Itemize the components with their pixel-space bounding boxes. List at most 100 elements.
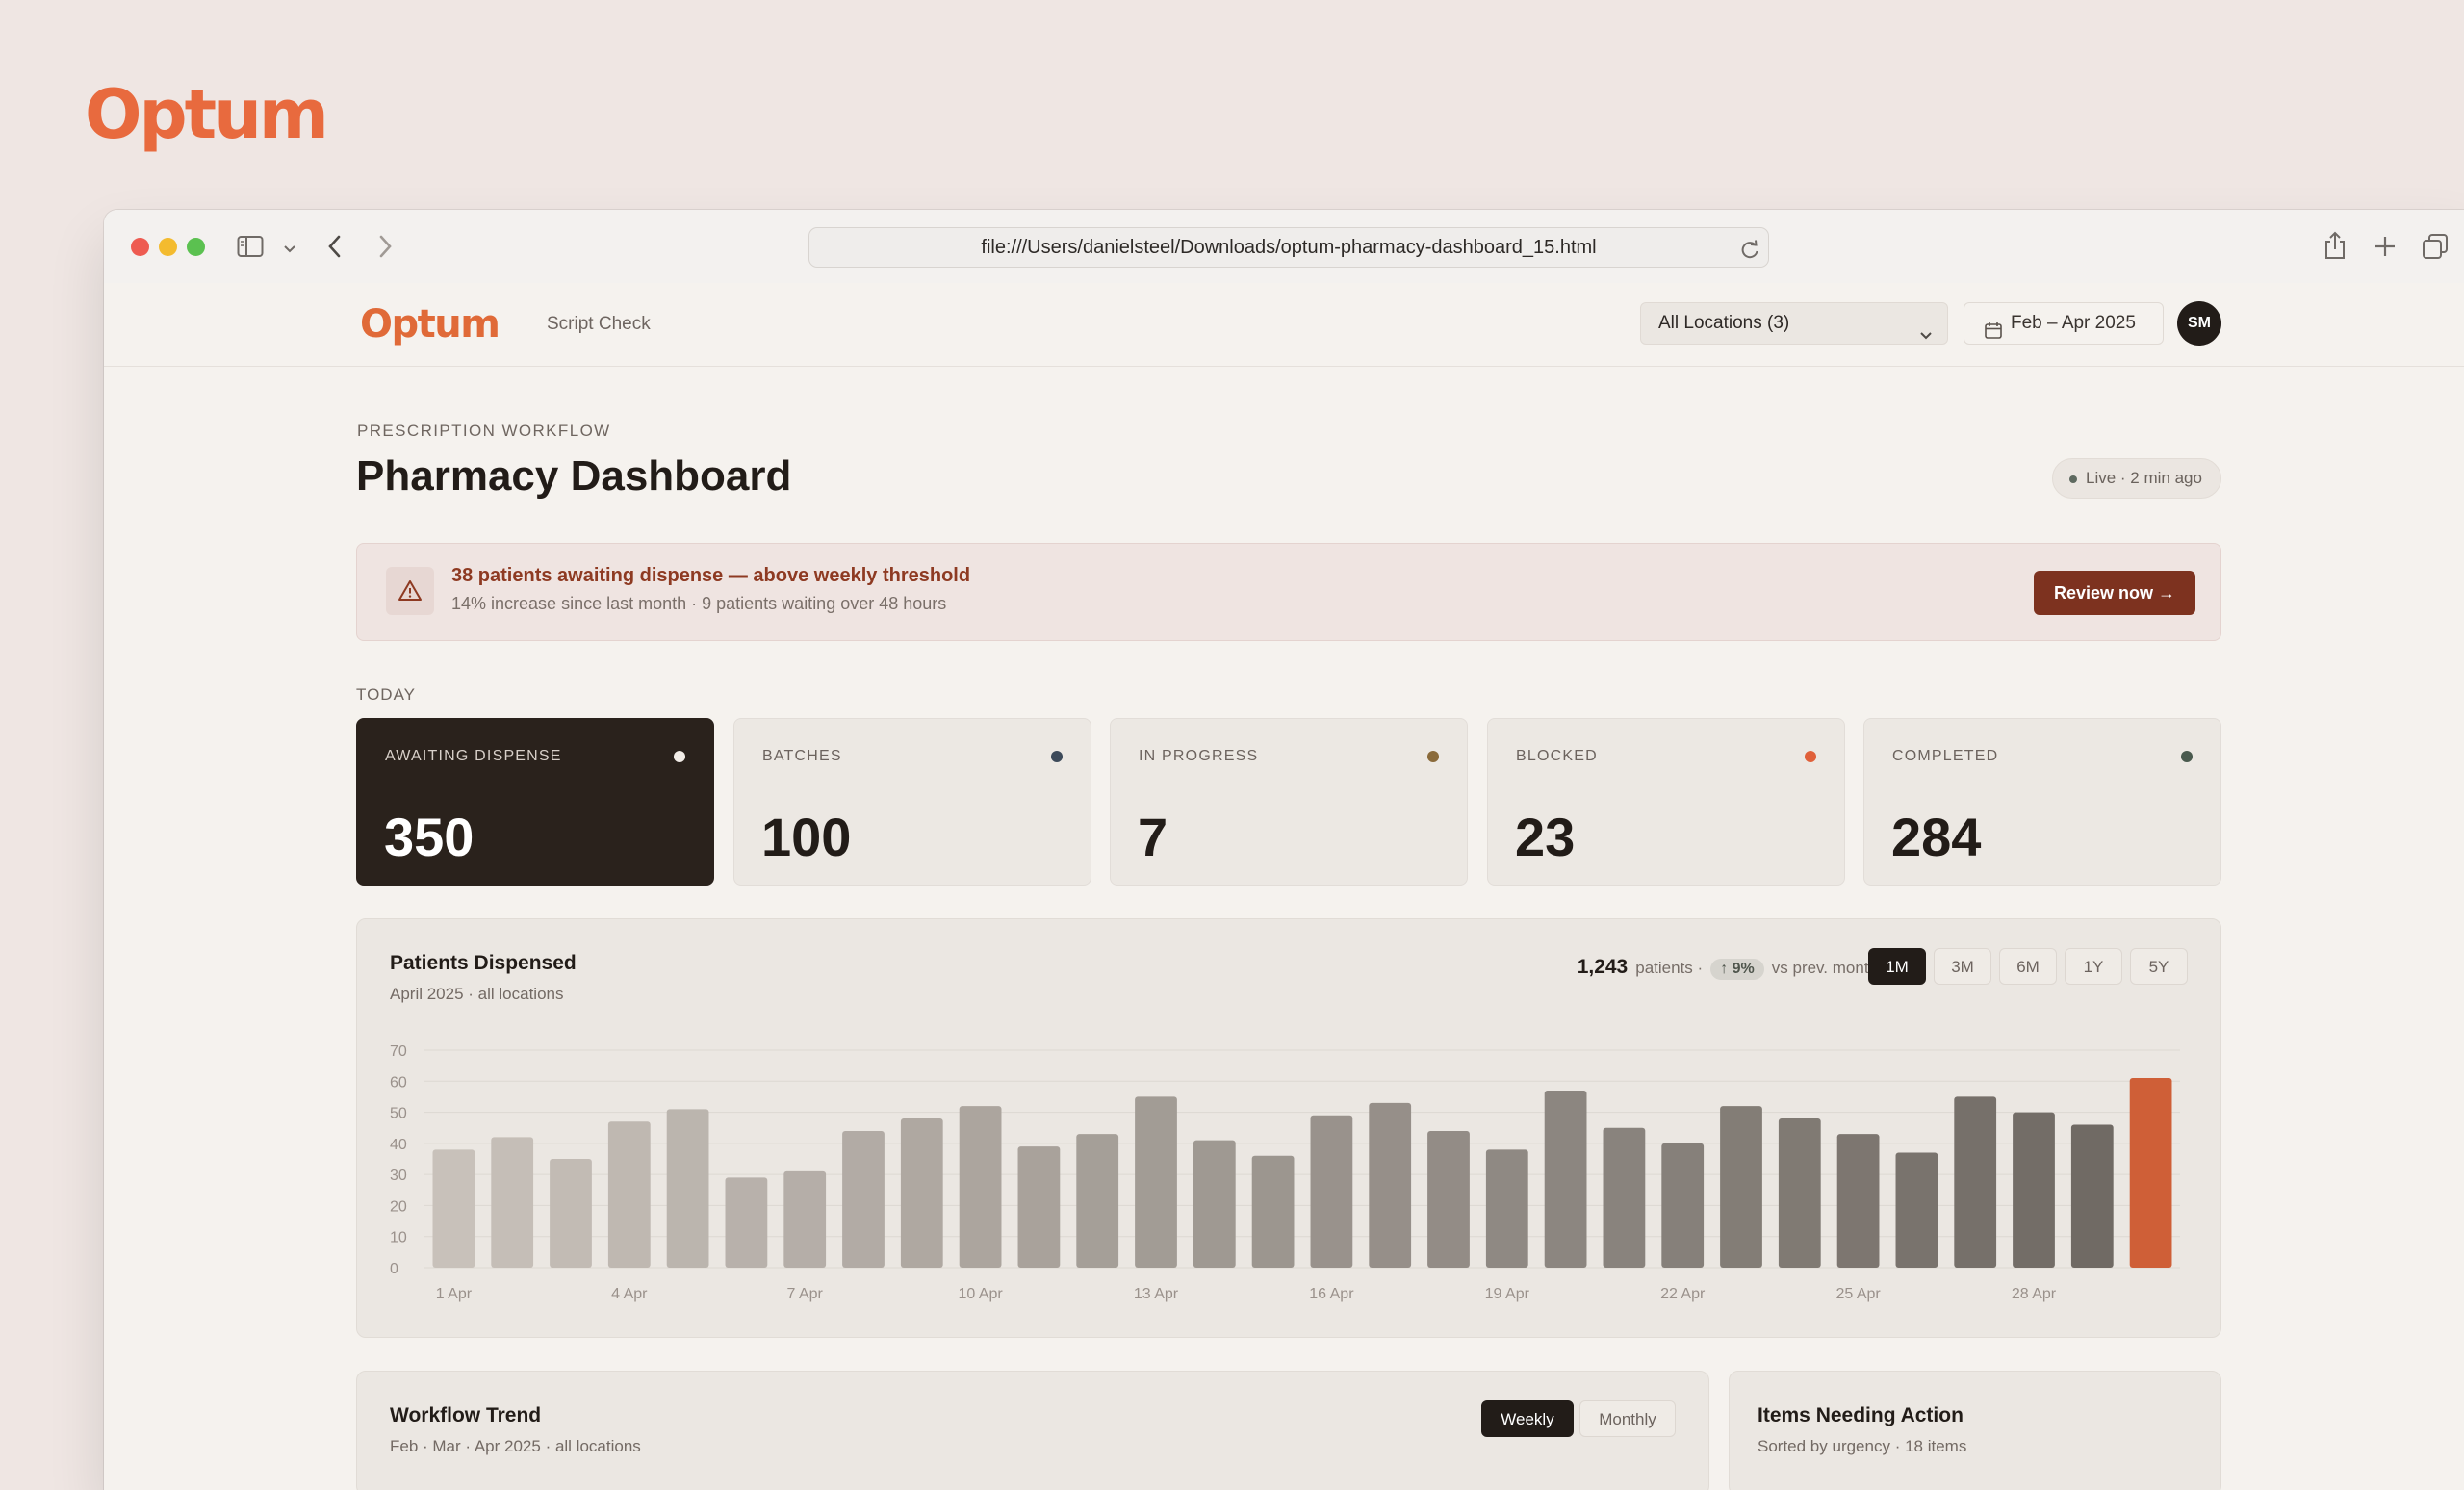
items-needing-action-panel: Items Needing Action Sorted by urgency ·…	[1729, 1371, 2221, 1490]
warning-icon	[386, 567, 434, 615]
y-tick-label: 70	[390, 1043, 407, 1060]
app-header: Optum Script Check All Locations (3) Feb…	[104, 283, 2464, 367]
bar-22-apr[interactable]	[1661, 1143, 1705, 1268]
y-tick-label: 30	[390, 1168, 407, 1184]
minimize-window-button[interactable]	[159, 238, 177, 256]
trend-toggle: Weekly Monthly	[1476, 1400, 1676, 1437]
dispensed-total: 1,243	[1577, 956, 1629, 978]
bar-13-apr[interactable]	[1135, 1096, 1177, 1268]
range-3m-button[interactable]: 3M	[1934, 948, 1991, 985]
bar-23-apr[interactable]	[1720, 1106, 1762, 1268]
status-dot-icon	[2181, 751, 2193, 762]
dispensed-summary: 1,243 patients · ↑ 9% vs prev. month	[1578, 956, 1878, 980]
panel-title: Items Needing Action	[1758, 1404, 1964, 1426]
date-range-button[interactable]: Feb – Apr 2025	[1964, 302, 2164, 345]
browser-window: file:///Users/danielsteel/Downloads/optu…	[104, 210, 2464, 1490]
x-tick-label: 19 Apr	[1485, 1286, 1530, 1302]
bar-6-apr[interactable]	[725, 1177, 768, 1268]
card-awaiting-dispense[interactable]: AWAITING DISPENSE 350	[356, 718, 714, 886]
bar-30-apr[interactable]	[2129, 1078, 2172, 1268]
bar-2-apr[interactable]	[491, 1137, 534, 1268]
x-tick-label: 16 Apr	[1309, 1286, 1354, 1302]
bar-29-apr[interactable]	[2070, 1124, 2114, 1268]
workflow-trend-panel: Workflow Trend Feb · Mar · Apr 2025 · al…	[356, 1371, 1709, 1490]
bar-24-apr[interactable]	[1778, 1118, 1821, 1268]
review-now-button[interactable]: Review now →	[2034, 571, 2195, 615]
bar-25-apr[interactable]	[1836, 1134, 1880, 1268]
calendar-icon	[1984, 315, 2003, 355]
panel-subtitle: Feb · Mar · Apr 2025 · all locations	[390, 1437, 641, 1455]
alert-subtitle: 14% increase since last month · 9 patien…	[451, 594, 947, 613]
range-1y-button[interactable]: 1Y	[2065, 948, 2122, 985]
bar-16-apr[interactable]	[1310, 1115, 1353, 1268]
bar-26-apr[interactable]	[1895, 1152, 1938, 1268]
bar-1-apr[interactable]	[432, 1149, 475, 1268]
bar-18-apr[interactable]	[1427, 1130, 1470, 1268]
panel-title: Patients Dispensed	[390, 952, 577, 974]
range-5y-button[interactable]: 5Y	[2130, 948, 2188, 985]
bar-11-apr[interactable]	[1017, 1146, 1061, 1268]
threshold-alert: 38 patients awaiting dispense — above we…	[356, 543, 2221, 641]
bar-21-apr[interactable]	[1603, 1127, 1646, 1268]
location-filter-select[interactable]: All Locations (3)	[1640, 302, 1948, 345]
status-dot-icon	[1051, 751, 1063, 762]
monthly-toggle-button[interactable]: Monthly	[1579, 1400, 1676, 1437]
card-completed[interactable]: COMPLETED 284	[1863, 718, 2221, 886]
back-icon[interactable]	[327, 234, 343, 264]
bar-3-apr[interactable]	[550, 1159, 592, 1268]
change-badge: ↑ 9%	[1710, 959, 1764, 980]
x-tick-label: 4 Apr	[611, 1286, 648, 1302]
address-bar[interactable]: file:///Users/danielsteel/Downloads/optu…	[808, 227, 1769, 268]
x-tick-label: 10 Apr	[958, 1286, 1003, 1302]
bar-17-apr[interactable]	[1369, 1102, 1412, 1268]
bar-28-apr[interactable]	[2013, 1112, 2055, 1268]
user-avatar[interactable]: SM	[2177, 301, 2221, 346]
new-tab-icon[interactable]	[2374, 235, 2397, 263]
panel-subtitle: Sorted by urgency · 18 items	[1758, 1437, 1967, 1455]
bar-12-apr[interactable]	[1076, 1134, 1119, 1268]
weekly-toggle-button[interactable]: Weekly	[1481, 1400, 1574, 1437]
location-filter-value: All Locations (3)	[1658, 313, 1790, 333]
alert-title: 38 patients awaiting dispense — above we…	[451, 565, 971, 586]
bar-8-apr[interactable]	[842, 1130, 885, 1268]
bar-10-apr[interactable]	[959, 1106, 1002, 1268]
app-logo[interactable]: Optum	[360, 302, 500, 347]
close-window-button[interactable]	[131, 238, 149, 256]
reload-icon[interactable]	[1739, 236, 1760, 274]
range-selector: 1M 3M 6M 1Y 5Y	[1861, 948, 2188, 987]
live-dot-icon	[2069, 475, 2077, 483]
range-1m-button[interactable]: 1M	[1868, 948, 1926, 985]
page-title: Pharmacy Dashboard	[356, 452, 792, 500]
x-tick-label: 25 Apr	[1835, 1286, 1881, 1302]
bar-15-apr[interactable]	[1251, 1155, 1295, 1268]
bar-20-apr[interactable]	[1544, 1090, 1587, 1268]
card-in-progress[interactable]: IN PROGRESS 7	[1110, 718, 1468, 886]
zoom-window-button[interactable]	[187, 238, 205, 256]
bar-19-apr[interactable]	[1485, 1149, 1528, 1268]
bar-27-apr[interactable]	[1954, 1096, 1997, 1268]
card-value: 23	[1515, 807, 1576, 867]
share-icon[interactable]	[2323, 231, 2347, 265]
y-tick-label: 0	[390, 1261, 398, 1277]
bar-14-apr[interactable]	[1193, 1140, 1236, 1268]
card-label: BLOCKED	[1516, 748, 1598, 764]
card-batches[interactable]: BATCHES 100	[733, 718, 1091, 886]
range-6m-button[interactable]: 6M	[1999, 948, 2057, 985]
chevron-down-icon	[1918, 317, 1934, 357]
sidebar-icon[interactable]	[237, 235, 264, 263]
bar-7-apr[interactable]	[783, 1170, 827, 1268]
card-value: 350	[384, 807, 475, 867]
dispensed-unit: patients ·	[1635, 959, 1704, 977]
status-dot-icon	[1805, 751, 1816, 762]
forward-icon[interactable]	[377, 234, 393, 264]
date-range-label: Feb – Apr 2025	[2011, 313, 2136, 333]
brand-logo: Optum	[85, 75, 329, 154]
bar-5-apr[interactable]	[666, 1109, 709, 1268]
y-tick-label: 60	[390, 1074, 407, 1091]
bar-9-apr[interactable]	[900, 1118, 943, 1268]
chevron-down-icon[interactable]	[283, 242, 296, 259]
card-blocked[interactable]: BLOCKED 23	[1487, 718, 1845, 886]
card-label: BATCHES	[762, 748, 842, 764]
bar-4-apr[interactable]	[607, 1121, 651, 1268]
tabs-overview-icon[interactable]	[2422, 233, 2449, 265]
